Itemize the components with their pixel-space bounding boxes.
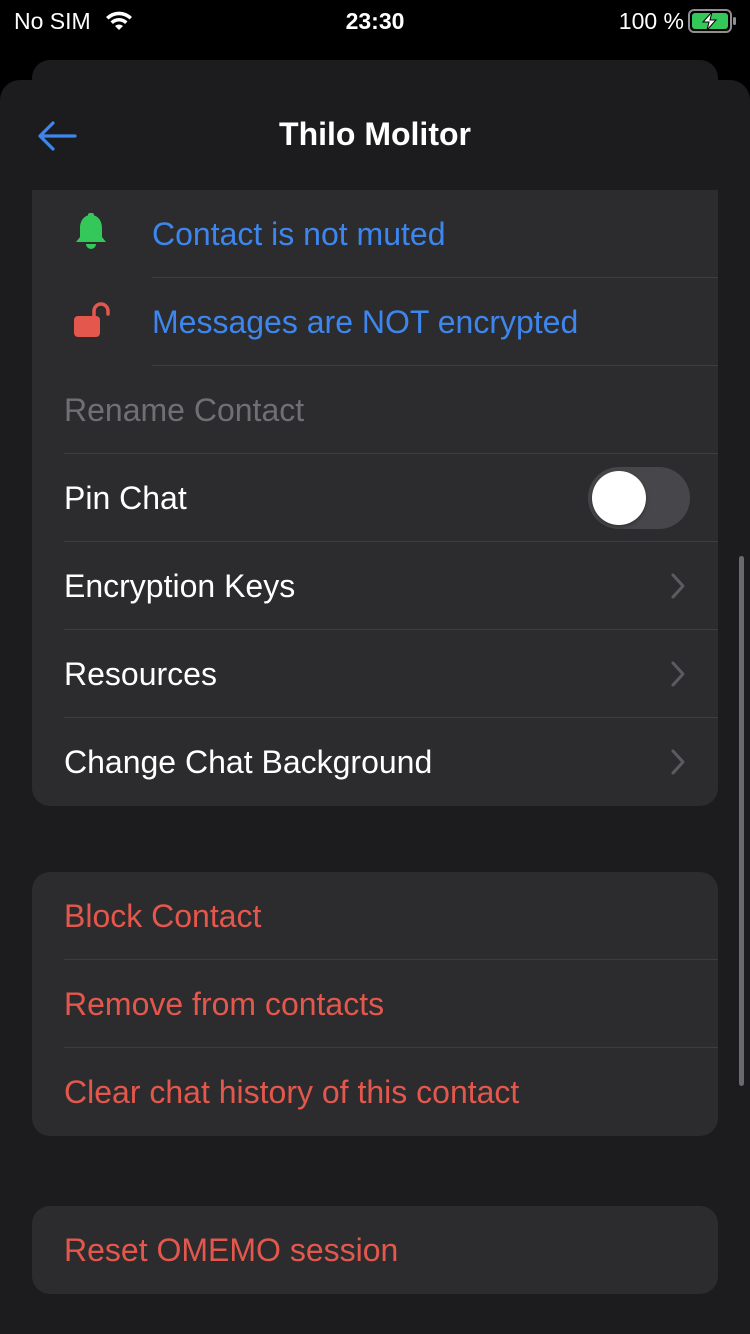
omemo-group: Reset OMEMO session: [32, 1206, 718, 1294]
encryption-status-row[interactable]: Messages are NOT encrypted: [32, 278, 718, 366]
clear-history-row[interactable]: Clear chat history of this contact: [32, 1048, 718, 1136]
rename-contact-row[interactable]: Rename Contact: [32, 366, 718, 454]
reset-omemo-row[interactable]: Reset OMEMO session: [32, 1206, 718, 1294]
chevron-right-icon: [671, 749, 685, 775]
danger-actions-group: Block Contact Remove from contacts Clear…: [32, 872, 718, 1136]
mute-status-row[interactable]: Contact is not muted: [32, 190, 718, 278]
contact-settings-group: Contact is not muted Messages are NOT en…: [32, 190, 718, 806]
change-background-label: Change Chat Background: [64, 743, 433, 780]
rename-contact-label: Rename Contact: [64, 391, 305, 428]
battery-charging-icon: [688, 9, 738, 39]
pin-chat-toggle[interactable]: [588, 467, 690, 529]
page-title: Thilo Molitor: [279, 116, 471, 152]
remove-contact-label: Remove from contacts: [64, 985, 385, 1022]
unlocked-padlock-icon: [72, 300, 110, 340]
block-contact-label: Block Contact: [64, 897, 262, 934]
pin-chat-label: Pin Chat: [64, 479, 187, 516]
remove-contact-row[interactable]: Remove from contacts: [32, 960, 718, 1048]
chevron-right-icon: [671, 573, 685, 599]
battery-percent: 100 %: [618, 8, 684, 34]
pin-chat-row: Pin Chat: [32, 454, 718, 542]
block-contact-row[interactable]: Block Contact: [32, 872, 718, 960]
reset-omemo-label: Reset OMEMO session: [64, 1231, 399, 1268]
resources-label: Resources: [64, 655, 217, 692]
clear-history-label: Clear chat history of this contact: [64, 1073, 520, 1110]
encryption-status-label: Messages are NOT encrypted: [152, 303, 579, 340]
chevron-right-icon: [671, 661, 685, 687]
scrollbar[interactable]: [739, 556, 744, 1086]
mute-status-label: Contact is not muted: [152, 215, 446, 252]
toggle-knob: [592, 471, 646, 525]
change-background-row[interactable]: Change Chat Background: [32, 718, 718, 806]
bell-icon: [72, 212, 110, 252]
resources-row[interactable]: Resources: [32, 630, 718, 718]
status-bar: No SIM 23:30 100 %: [0, 0, 750, 40]
encryption-keys-label: Encryption Keys: [64, 567, 296, 604]
navigation-bar: Thilo Molitor: [0, 80, 750, 190]
encryption-keys-row[interactable]: Encryption Keys: [32, 542, 718, 630]
contact-details-sheet: Thilo Molitor Contact is not muted Messa: [0, 80, 750, 1334]
